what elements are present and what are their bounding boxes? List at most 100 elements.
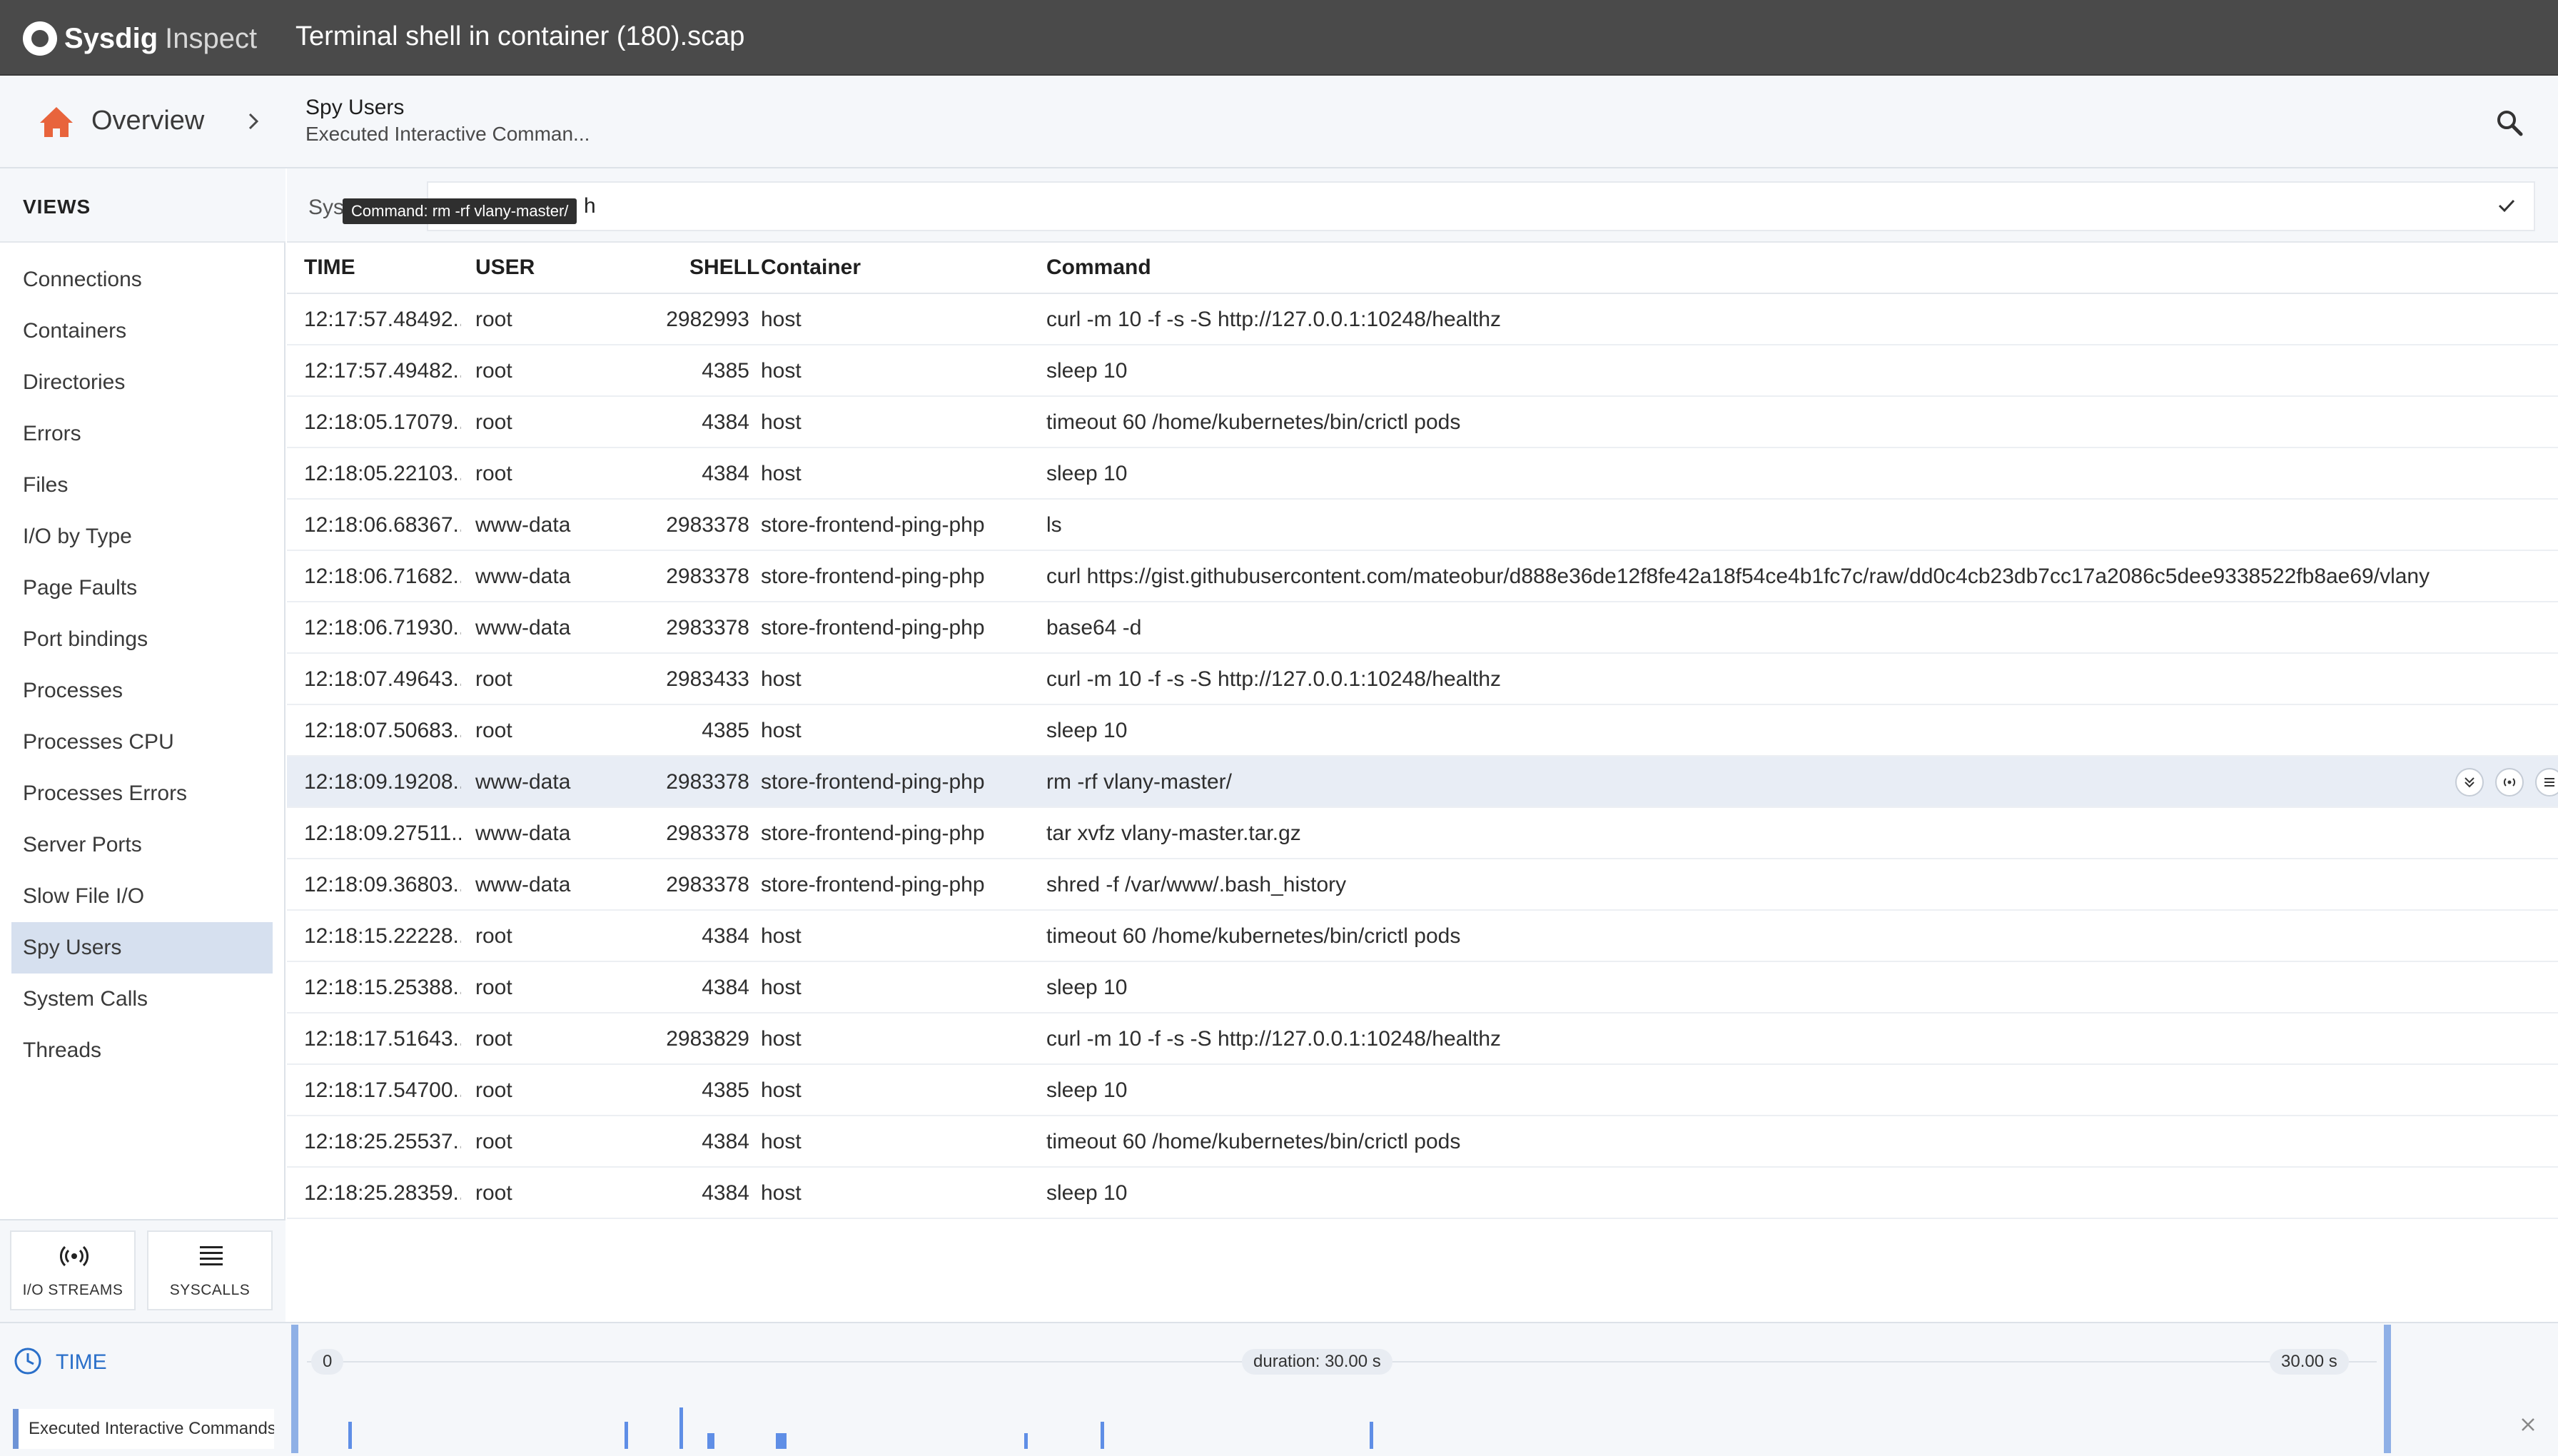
sidebar-item-io-by-type[interactable]: I/O by Type: [11, 511, 273, 562]
table-row[interactable]: 12:18:06.71930... www-data 2983378 store-fr…: [287, 602, 2558, 654]
cell-shell: 4384: [702, 976, 749, 999]
cell-command: sleep 10: [1046, 976, 1128, 999]
table-row[interactable]: 12:18:06.68367... www-data 2983378 store-fr…: [287, 500, 2558, 551]
cell-user: root: [475, 1130, 512, 1153]
cell-container: host: [761, 410, 802, 434]
table-row[interactable]: 12:18:05.17079... root 4384 host timeout 60 …: [287, 397, 2558, 448]
cell-time: 12:18:25.28359...: [304, 1181, 461, 1205]
cell-shell: 4385: [702, 359, 749, 383]
table-row[interactable]: 12:18:07.50683... root 4385 host sleep 10: [287, 705, 2558, 757]
sidebar-item-processes-cpu[interactable]: Processes CPU: [11, 717, 273, 768]
cell-user: www-data: [475, 513, 571, 537]
column-header-command[interactable]: Command: [1046, 256, 1151, 280]
cell-user: root: [475, 410, 512, 434]
sidebar-item-processes-errors[interactable]: Processes Errors: [11, 768, 273, 819]
syscalls-icon: [2544, 778, 2554, 787]
table-row[interactable]: 12:18:05.22103... root 4384 host sleep 10: [287, 448, 2558, 500]
sidebar-item-spy-users[interactable]: Spy Users: [11, 922, 273, 974]
cell-shell: 4384: [702, 462, 749, 485]
column-header-container[interactable]: Container: [761, 256, 861, 280]
capture-file-title: Terminal shell in container (180).scap: [295, 21, 745, 51]
table-row[interactable]: 12:18:09.19208... www-data 2983378 store-fr…: [287, 757, 2558, 808]
apply-filter-check-icon[interactable]: [2495, 194, 2518, 217]
io-streams-label: I/O STREAMS: [22, 1282, 123, 1298]
sidebar-item-system-calls[interactable]: System Calls: [11, 974, 273, 1025]
cell-user: www-data: [475, 873, 571, 896]
timeline-event-marker: [624, 1422, 628, 1449]
sidebar-item-errors[interactable]: Errors: [11, 408, 273, 460]
syscalls-button[interactable]: [2535, 768, 2558, 797]
syscalls-button[interactable]: SYSCALLS: [147, 1230, 273, 1310]
cell-user: root: [475, 976, 512, 999]
column-header-time[interactable]: TIME: [304, 256, 355, 280]
cell-command: timeout 60 /home/kubernetes/bin/crictl p…: [1046, 1130, 1461, 1153]
cell-time: 12:18:06.68367...: [304, 513, 461, 537]
cell-shell: 2983378: [666, 513, 749, 537]
drill-down-icon: [2465, 777, 2474, 788]
table-row[interactable]: 12:18:15.25388... root 4384 host sleep 10: [287, 962, 2558, 1013]
cell-time: 12:18:09.36803...: [304, 873, 461, 896]
sidebar-item-threads[interactable]: Threads: [11, 1025, 273, 1076]
table-row[interactable]: 12:18:17.51643... root 2983829 host curl -m …: [287, 1013, 2558, 1065]
timeline-left-handle[interactable]: [291, 1325, 298, 1453]
table-row[interactable]: 12:18:25.28359... root 4384 host sleep 10: [287, 1168, 2558, 1219]
cell-time: 12:17:57.48492...: [304, 308, 461, 331]
table-row[interactable]: 12:18:09.27511... www-data 2983378 store-fr…: [287, 808, 2558, 859]
sidebar-item-port-bindings[interactable]: Port bindings: [11, 614, 273, 665]
cell-container: store-frontend-ping-php: [761, 821, 985, 845]
sidebar-item-slow-file-io[interactable]: Slow File I/O: [11, 871, 273, 922]
cell-user: root: [475, 462, 512, 485]
timeline-right-handle[interactable]: [2384, 1325, 2391, 1453]
table-row[interactable]: 12:18:09.36803... www-data 2983378 store-fr…: [287, 859, 2558, 911]
io-streams-button[interactable]: I/O STREAMS: [10, 1230, 136, 1310]
cell-shell: 4384: [702, 410, 749, 434]
cell-command: curl https://gist.githubusercontent.com/…: [1046, 565, 2430, 588]
cell-container: host: [761, 667, 802, 691]
sidebar-item-connections[interactable]: Connections: [11, 254, 273, 305]
cell-time: 12:18:09.19208...: [304, 770, 461, 794]
sidebar-item-files[interactable]: Files: [11, 460, 273, 511]
cell-shell: 2983378: [666, 565, 749, 588]
cell-shell: 4384: [702, 1181, 749, 1205]
table-header: [287, 243, 2558, 294]
table-row[interactable]: 12:18:07.49643... root 2983433 host curl -m …: [287, 654, 2558, 705]
breadcrumb: [0, 76, 2558, 168]
close-icon[interactable]: [2518, 1415, 2538, 1435]
sidebar-item-processes[interactable]: Processes: [11, 665, 273, 717]
cell-time: 12:18:17.54700...: [304, 1078, 461, 1102]
views-heading: VIEWS: [0, 168, 285, 243]
drill-down-button[interactable]: [2455, 768, 2484, 797]
table-row[interactable]: 12:18:25.25537... root 4384 host timeout 60 …: [287, 1116, 2558, 1168]
sidebar-item-containers[interactable]: Containers: [11, 305, 273, 357]
sidebar-item-page-faults[interactable]: Page Faults: [11, 562, 273, 614]
cell-user: root: [475, 1027, 512, 1051]
column-header-user[interactable]: USER: [475, 256, 535, 280]
table-row[interactable]: 12:17:57.48492... root 2982993 host curl -m …: [287, 294, 2558, 345]
clock-icon: [14, 1348, 41, 1375]
breadcrumb-view-title: Spy Users: [305, 96, 405, 119]
filter-input[interactable]: h: [427, 181, 2535, 231]
breadcrumb-overview-link[interactable]: Overview: [91, 106, 204, 136]
cell-container: host: [761, 1078, 802, 1102]
sidebar-item-server-ports[interactable]: Server Ports: [11, 819, 273, 871]
column-header-shell[interactable]: SHELL: [689, 256, 759, 280]
syscalls-label: SYSCALLS: [169, 1282, 251, 1298]
cell-user: www-data: [475, 770, 571, 794]
table-row[interactable]: 12:18:06.71682... www-data 2983378 store-fr…: [287, 551, 2558, 602]
table-row[interactable]: 12:18:15.22228... root 4384 host timeout 60 …: [287, 911, 2558, 962]
sidebar-item-directories[interactable]: Directories: [11, 357, 273, 408]
cell-time: 12:18:09.27511...: [304, 821, 461, 845]
home-icon[interactable]: [37, 104, 76, 140]
cell-user: root: [475, 1181, 512, 1205]
cell-user: root: [475, 308, 512, 331]
cell-container: host: [761, 1027, 802, 1051]
timeline-label: TIME: [56, 1350, 107, 1374]
cell-time: 12:18:07.50683...: [304, 719, 461, 742]
search-icon[interactable]: [2494, 107, 2525, 138]
cell-user: www-data: [475, 821, 571, 845]
io-streams-button[interactable]: [2495, 768, 2524, 797]
table-row[interactable]: 12:17:57.49482... root 4385 host sleep 10: [287, 345, 2558, 397]
table-row[interactable]: 12:18:17.54700... root 4385 host sleep 10: [287, 1065, 2558, 1116]
cell-user: www-data: [475, 565, 571, 588]
brand-name: Sysdig: [64, 22, 158, 54]
